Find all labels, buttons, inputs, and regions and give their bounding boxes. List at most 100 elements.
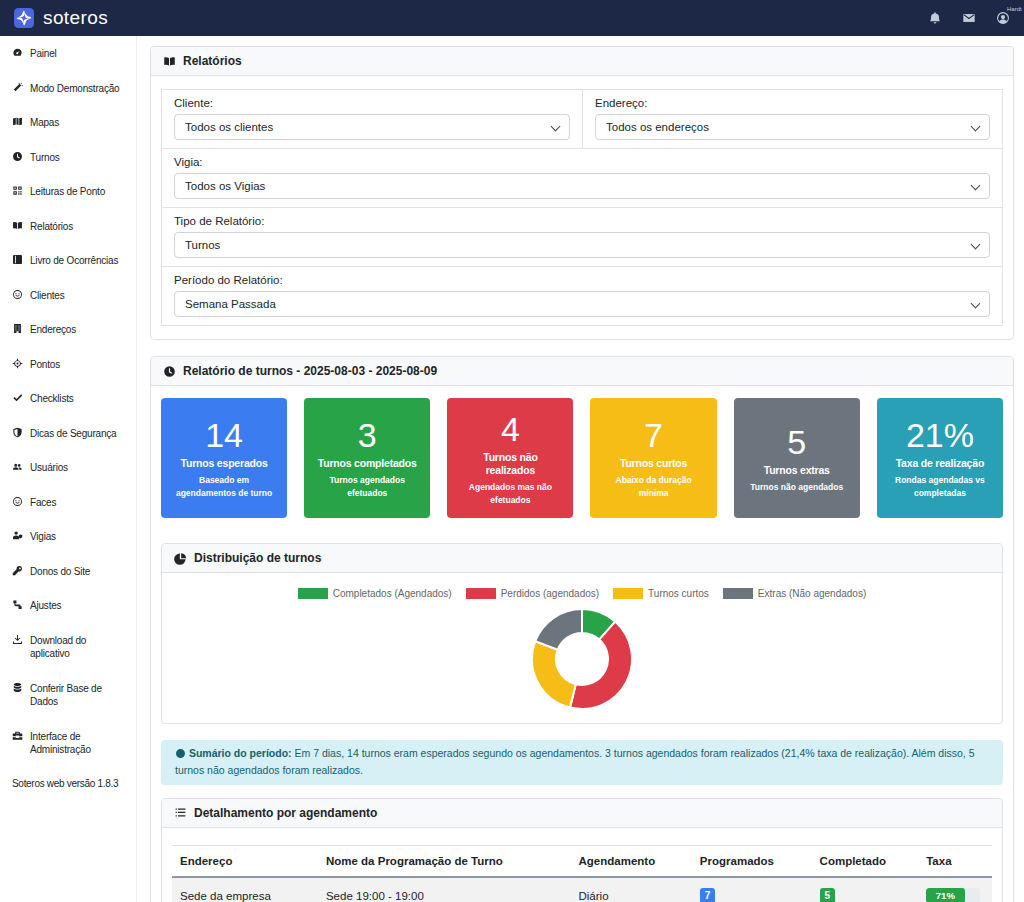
journal-icon <box>12 254 24 265</box>
legend-item[interactable]: Completados (Agendados) <box>298 588 452 599</box>
stat-label: Turnos completados <box>315 457 419 470</box>
filters-title: Relatórios <box>183 54 242 68</box>
table-column-header[interactable]: Nome da Programação de Turno <box>318 845 571 877</box>
filter-field-cliente: Cliente:Todos os clientes <box>162 90 582 148</box>
sidebar-item-vigias[interactable]: Vigias <box>12 530 126 544</box>
sidebar-item-enderecos[interactable]: Endereços <box>12 323 126 337</box>
sidebar-item-label: Usuários <box>30 461 68 475</box>
table-column-header[interactable]: Taxa <box>918 845 992 877</box>
summary-text: Em 7 dias, 14 turnos eram esperados segu… <box>175 747 975 776</box>
completado-badge: 5 <box>820 888 836 902</box>
topbar: soteros Hardt <box>0 0 1024 36</box>
table-column-header[interactable]: Endereço <box>172 845 318 877</box>
sidebar-item-ajustes[interactable]: Ajustes <box>12 599 126 613</box>
endereco-select[interactable]: Todos os endereços <box>595 114 990 140</box>
filter-label-vigia: Vigia: <box>174 156 990 168</box>
sidebar-item-label: Faces <box>30 496 56 510</box>
face-icon <box>12 496 24 507</box>
cell-completado: 5 <box>812 877 919 902</box>
stat-value: 3 <box>315 416 419 455</box>
legend-label: Turnos curtos <box>648 588 709 599</box>
distribution-card: Distribuição de turnos Completados (Agen… <box>161 543 1003 724</box>
legend-swatch <box>466 588 496 599</box>
database-icon <box>12 682 24 693</box>
sidebar-item-label: Checklists <box>30 392 74 406</box>
legend-item[interactable]: Turnos curtos <box>613 588 709 599</box>
sidebar-item-donos-do-site[interactable]: Donos do Site <box>12 565 126 579</box>
filter-field-tipo-de-relatorio: Tipo de Relatório:Turnos <box>162 207 1002 266</box>
cell-programados: 7 <box>692 877 812 902</box>
periodo-do-relatorio-select[interactable]: Semana Passada <box>174 291 990 317</box>
cell-nome: Sede 19:00 - 19:00 <box>318 877 571 902</box>
donut-segment <box>532 641 576 707</box>
filters-card: Relatórios Cliente:Todos os clientesEnde… <box>150 46 1014 340</box>
sidebar-item-download-do-aplicativo[interactable]: Download do aplicativo <box>12 634 126 661</box>
taxa-progress: 71% <box>926 888 980 902</box>
sidebar-item-usuarios[interactable]: Usuários <box>12 461 126 475</box>
sidebar-item-label: Conferir Base de Dados <box>30 682 126 709</box>
donut-segment <box>535 609 582 650</box>
sidebar-item-label: Dicas de Segurança <box>30 427 116 441</box>
face-icon <box>12 289 24 300</box>
sidebar-item-pontos[interactable]: Pontos <box>12 358 126 372</box>
report-card-header: Relatório de turnos - 2025-08-03 - 2025-… <box>151 357 1013 386</box>
report-card: Relatório de turnos - 2025-08-03 - 2025-… <box>150 356 1014 902</box>
sidebar-item-conferir-base-de-dados[interactable]: Conferir Base de Dados <box>12 682 126 709</box>
table-column-header[interactable]: Programados <box>692 845 812 877</box>
stat-label: Taxa de realização <box>888 457 992 470</box>
sidebar-item-label: Modo Demonstração <box>30 82 119 96</box>
sidebar-item-modo-demonstracao[interactable]: Modo Demonstração <box>12 82 126 96</box>
sidebar-item-turnos[interactable]: Turnos <box>12 151 126 165</box>
stat-sublabel: Turnos não agendados <box>745 481 849 494</box>
filter-field-vigia: Vigia: Todos os Vigias <box>162 148 1002 207</box>
taxa-progress-fill: 71% <box>926 888 964 902</box>
sidebar-item-checklists[interactable]: Checklists <box>12 392 126 406</box>
legend-label: Completados (Agendados) <box>333 588 452 599</box>
table-column-header[interactable]: Agendamento <box>571 845 692 877</box>
sidebar-item-faces[interactable]: Faces <box>12 496 126 510</box>
filter-label-endereco: Endereço: <box>595 97 990 109</box>
table-column-header[interactable]: Completado <box>812 845 919 877</box>
stat-card-extras: 5Turnos extrasTurnos não agendados <box>734 398 860 518</box>
filter-field-endereco: Endereço: Todos os endereços <box>582 90 1002 148</box>
sidebar-item-dicas-de-seguranca[interactable]: Dicas de Segurança <box>12 427 126 441</box>
table-row[interactable]: Sede da empresaSede 19:00 - 19:00Diário7… <box>172 877 992 902</box>
bell-icon[interactable] <box>928 11 942 25</box>
stat-label: Turnos não realizados <box>458 451 562 477</box>
list-icon <box>174 806 187 819</box>
user-shield-icon <box>12 530 24 541</box>
sidebar-item-leituras-de-ponto[interactable]: Leituras de Ponto <box>12 185 126 199</box>
sidebar-item-relatorios[interactable]: Relatórios <box>12 220 126 234</box>
stat-value: 5 <box>745 423 849 462</box>
clock-icon <box>163 365 176 378</box>
sidebar-item-clientes[interactable]: Clientes <box>12 289 126 303</box>
sidebar-item-label: Vigias <box>30 530 56 544</box>
stat-value: 7 <box>601 416 705 455</box>
building-icon <box>12 323 24 334</box>
sidebar-item-painel[interactable]: Painel <box>12 47 126 61</box>
book-open-icon <box>163 55 176 68</box>
clock-icon <box>12 151 24 162</box>
legend-item[interactable]: Perdidos (agendados) <box>466 588 599 599</box>
info-icon <box>175 747 186 759</box>
envelope-icon[interactable] <box>962 11 976 25</box>
tipo-de-relatorio-select[interactable]: Turnos <box>174 232 990 258</box>
cell-endereco: Sede da empresa <box>172 877 318 902</box>
sidebar-item-interface-de-administracao[interactable]: Interface de Administração <box>12 730 126 757</box>
stat-sublabel: Rondas agendadas vs completadas <box>888 474 992 500</box>
sidebar-item-livro-de-ocorrencias[interactable]: Livro de Ocorrências <box>12 254 126 268</box>
brand-name: soteros <box>43 7 108 29</box>
detail-title: Detalhamento por agendamento <box>194 806 377 820</box>
filter-field-periodo-do-relatorio: Período do Relatório:Semana Passada <box>162 266 1002 325</box>
legend-item[interactable]: Extras (Não agendados) <box>723 588 866 599</box>
user-menu[interactable]: Hardt <box>996 11 1010 25</box>
vigia-select[interactable]: Todos os Vigias <box>174 173 990 199</box>
app-version: Soteros web versão 1.8.3 <box>12 778 126 789</box>
stat-sublabel: Abaixo da duração mínima <box>601 474 705 500</box>
cliente-select[interactable]: Todos os clientes <box>174 114 570 140</box>
sidebar-item-mapas[interactable]: Mapas <box>12 116 126 130</box>
brand[interactable]: soteros <box>14 7 108 29</box>
sidebar-item-label: Ajustes <box>30 599 61 613</box>
stat-card-completados: 3Turnos completadosTurnos agendados efet… <box>304 398 430 518</box>
check-icon <box>12 392 24 403</box>
